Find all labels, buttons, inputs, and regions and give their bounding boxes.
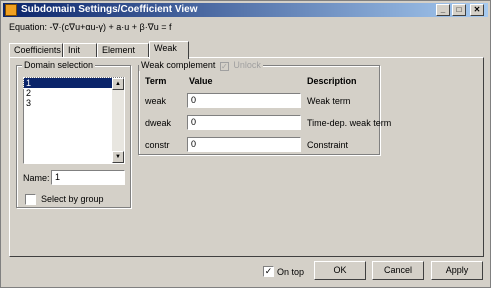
close-button[interactable]: ✕	[470, 4, 484, 16]
select-by-group-label: Select by group	[41, 194, 104, 204]
weak-description: Weak term	[307, 96, 351, 106]
apply-button[interactable]: Apply	[431, 261, 483, 280]
maximize-button[interactable]: □	[452, 4, 466, 16]
equation-text: Equation: -∇·(c∇u+αu-γ) + a·u + β·∇u = f	[9, 22, 172, 32]
dweak-value-field[interactable]: 0	[187, 115, 301, 130]
ok-button[interactable]: OK	[314, 261, 366, 280]
scroll-down-icon[interactable]: ▼	[112, 151, 124, 163]
name-label: Name:	[23, 173, 50, 183]
constr-value-field[interactable]: 0	[187, 137, 301, 152]
term-dweak-label: dweak	[145, 118, 172, 128]
weak-complement-group: Weak complement ✓ Unlock Term Value Desc…	[138, 59, 391, 155]
weak-value-field[interactable]: 0	[187, 93, 301, 108]
name-field[interactable]: 1	[51, 170, 125, 185]
column-header-description: Description	[307, 76, 357, 86]
scroll-up-icon[interactable]: ▲	[112, 78, 124, 90]
cancel-button[interactable]: Cancel	[372, 261, 424, 280]
unlock-label: Unlock	[233, 60, 261, 70]
column-header-term: Term	[145, 76, 167, 86]
weak-complement-label: Weak complement	[141, 60, 216, 70]
select-by-group-checkbox[interactable]	[25, 194, 36, 205]
list-item[interactable]: 2	[24, 88, 124, 98]
tab-element[interactable]: Element	[97, 43, 149, 58]
unlock-checkbox: ✓	[219, 62, 229, 71]
minimize-button[interactable]: _	[436, 4, 450, 16]
app-icon	[5, 4, 17, 16]
tab-coefficients[interactable]: Coefficients	[9, 43, 63, 58]
title-bar[interactable]: Subdomain Settings/Coefficient View _ □ …	[3, 3, 488, 17]
tab-weak[interactable]: Weak	[149, 41, 189, 59]
domain-selection-label: Domain selection	[22, 59, 96, 71]
tab-panel: Domain selection 1 2 3 ▲ ▼ Name: 1 Selec…	[9, 57, 484, 257]
vertical-scrollbar[interactable]: ▲ ▼	[112, 78, 124, 163]
constr-description: Constraint	[307, 140, 349, 150]
list-item[interactable]: 1	[23, 77, 125, 89]
window-title: Subdomain Settings/Coefficient View	[21, 4, 198, 15]
term-weak-label: weak	[145, 96, 167, 106]
column-header-value: Value	[189, 76, 213, 86]
on-top-checkbox[interactable]: ✓	[263, 266, 274, 277]
on-top-label: On top	[277, 267, 305, 277]
list-item[interactable]: 3	[24, 98, 124, 108]
dweak-description: Time-dep. weak term	[307, 118, 392, 128]
weak-complement-header: Weak complement ✓ Unlock	[139, 59, 263, 71]
domain-selection-group: Domain selection 1 2 3 ▲ ▼ Name: 1 Selec…	[16, 59, 131, 208]
dialog-window: Subdomain Settings/Coefficient View _ □ …	[0, 0, 491, 288]
term-constr-label: constr	[145, 140, 170, 150]
tab-init[interactable]: Init	[63, 43, 97, 58]
domain-listbox[interactable]: 1 2 3 ▲ ▼	[23, 77, 125, 164]
